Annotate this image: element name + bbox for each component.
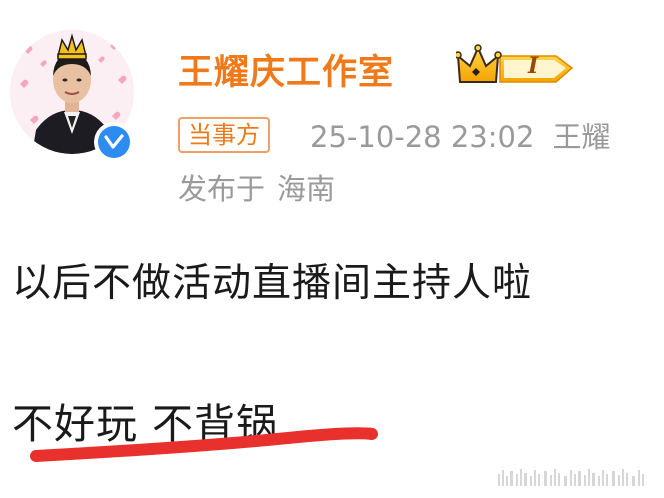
red-underline-stroke <box>30 427 378 462</box>
crown-icon <box>454 44 574 83</box>
verified-badge-icon <box>94 122 134 162</box>
post-text-line-1: 以后不做活动直播间主持人啦 <box>12 261 533 306</box>
vip-level-label: I <box>528 53 539 79</box>
location-prefix: 发布于 <box>178 172 266 206</box>
watermark-bars <box>498 469 644 486</box>
username[interactable]: 王耀庆工作室 <box>178 44 394 95</box>
location-line: 发布于 海南 <box>178 166 335 208</box>
vip-crown-badge[interactable]: I <box>454 44 576 90</box>
author-link[interactable]: 王耀 <box>552 120 610 154</box>
location-name: 海南 <box>277 172 336 206</box>
post-meta: 25-10-28 23:02 王耀 <box>310 114 610 156</box>
timestamp: 25-10-28 23:02 <box>310 120 535 154</box>
status-badge: 当事方 <box>178 117 270 153</box>
check-icon <box>104 134 124 149</box>
